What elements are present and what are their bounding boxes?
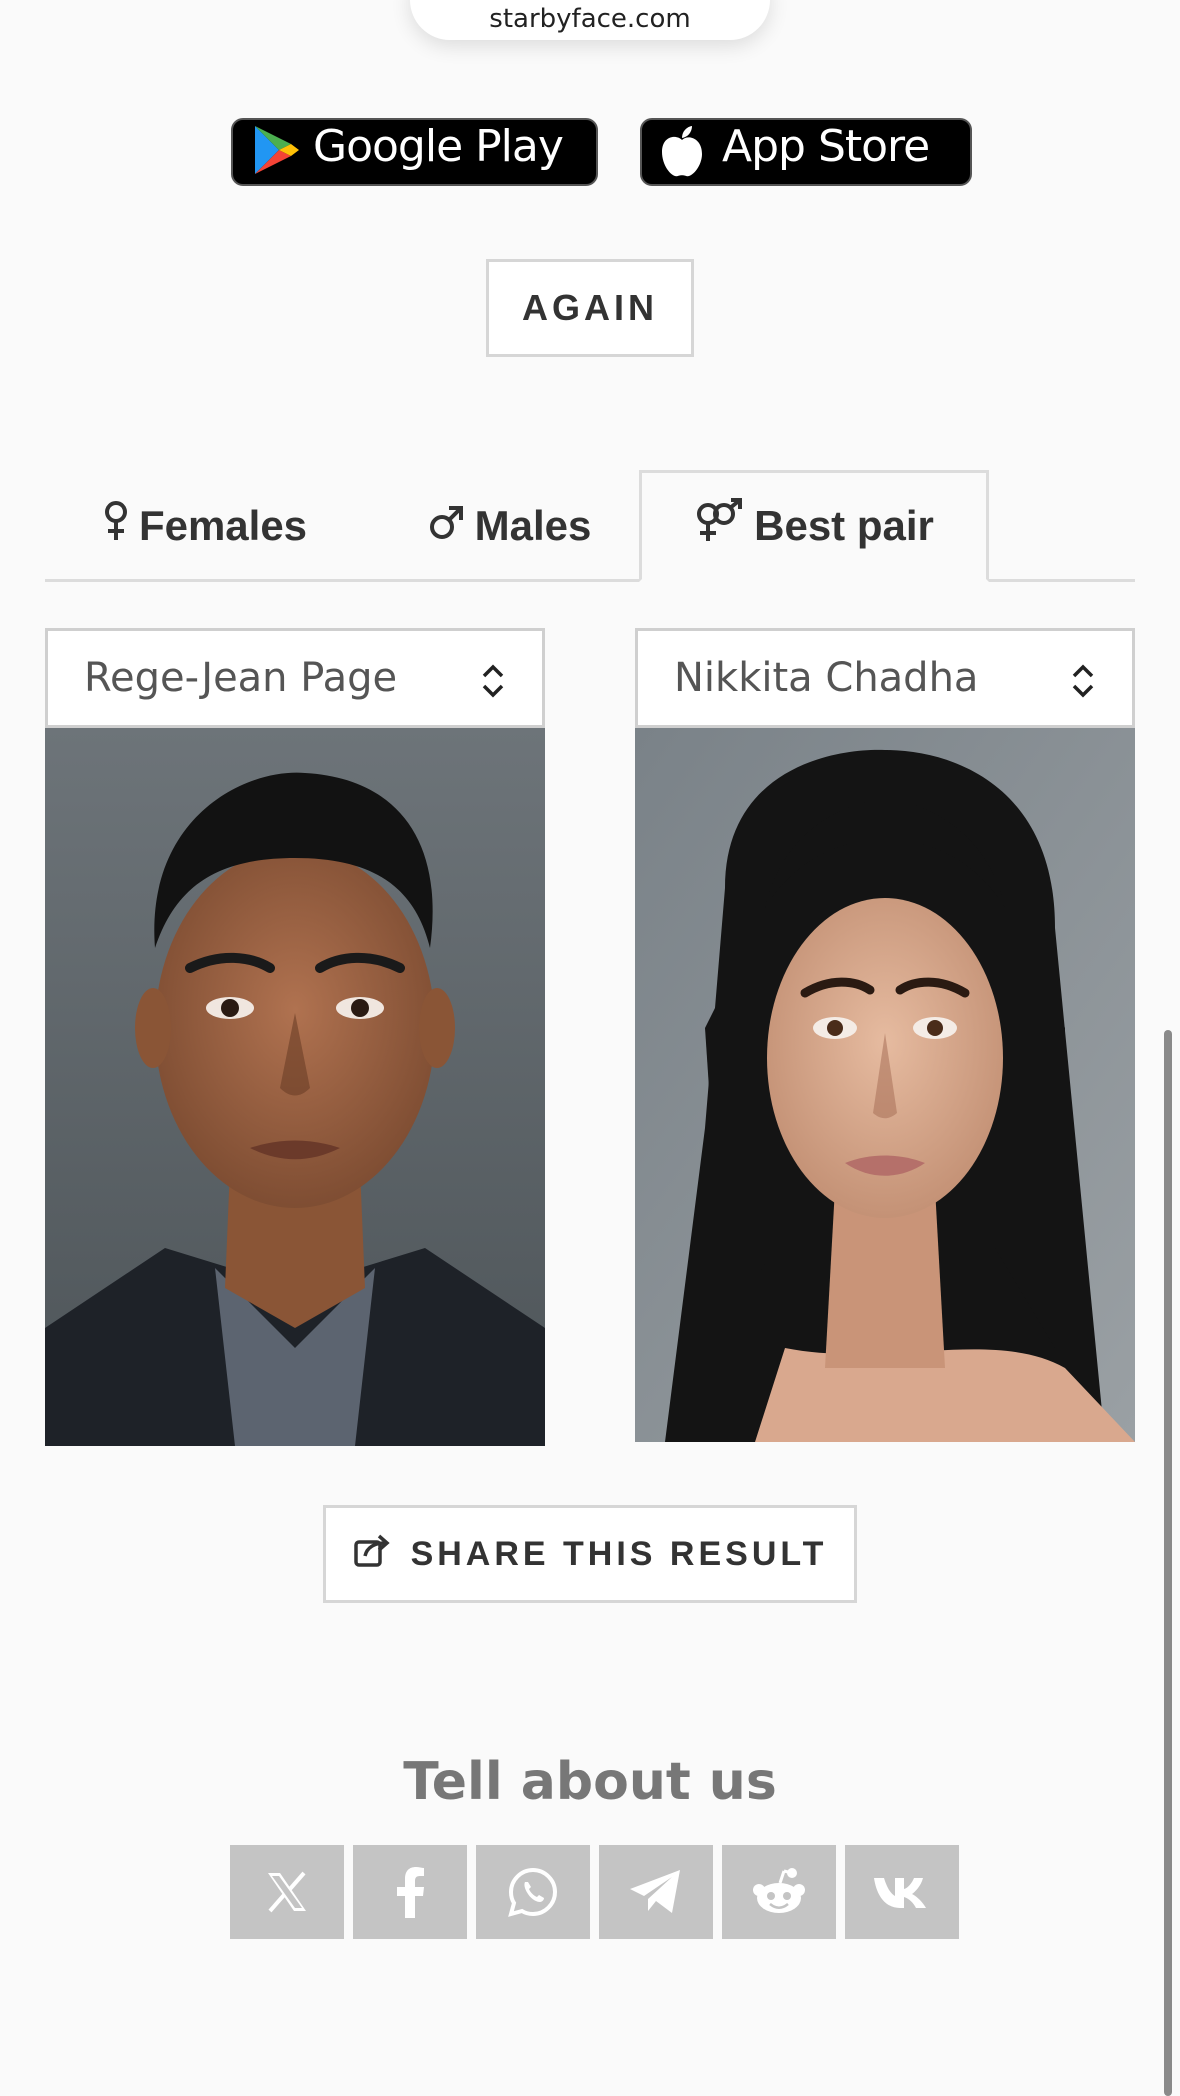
- telegram-icon: [630, 1870, 680, 1913]
- gender-tabs: Females Males Best pair: [45, 470, 1135, 582]
- share-whatsapp-button[interactable]: [476, 1845, 590, 1939]
- google-play-label: Google Play: [313, 120, 564, 172]
- left-celebrity-select[interactable]: Rege-Jean Page: [45, 628, 545, 728]
- x-icon: [268, 1871, 306, 1913]
- url-text: starbyface.com: [489, 4, 691, 34]
- again-button[interactable]: AGAIN: [486, 259, 694, 357]
- tab-males-label: Males: [474, 502, 592, 549]
- share-x-button[interactable]: [230, 1845, 344, 1939]
- google-play-icon: [233, 120, 313, 184]
- tab-males[interactable]: Males: [405, 470, 615, 582]
- share-facebook-button[interactable]: [353, 1845, 467, 1939]
- apple-icon: [642, 120, 722, 184]
- right-select-value: Nikkita Chadha: [674, 655, 979, 701]
- share-telegram-button[interactable]: [599, 1845, 713, 1939]
- left-select-value: Rege-Jean Page: [84, 655, 398, 701]
- vk-icon: [874, 1878, 926, 1908]
- whatsapp-icon: [508, 1867, 558, 1917]
- again-button-label: AGAIN: [522, 287, 658, 328]
- google-play-badge[interactable]: Google Play: [231, 118, 598, 186]
- tab-best-pair[interactable]: Best pair: [639, 470, 989, 582]
- updown-chevron-icon: [482, 664, 504, 698]
- tab-females-label: Females: [138, 502, 308, 549]
- url-bar[interactable]: starbyface.com: [410, 0, 770, 40]
- share-result-label: SHARE THIS RESULT: [410, 1534, 828, 1573]
- share-result-button[interactable]: SHARE THIS RESULT: [323, 1505, 857, 1603]
- app-store-badge[interactable]: App Store: [640, 118, 972, 186]
- right-celebrity-photo: [635, 728, 1135, 1442]
- share-vk-button[interactable]: [845, 1845, 959, 1939]
- updown-chevron-icon: [1072, 664, 1094, 698]
- female-symbol-icon: [103, 500, 129, 552]
- right-celebrity-select[interactable]: Nikkita Chadha: [635, 628, 1135, 728]
- scrollbar[interactable]: [1164, 1030, 1172, 2096]
- facebook-icon: [397, 1867, 424, 1918]
- male-symbol-icon: [429, 502, 465, 550]
- page: starbyface.com Google Play App Store AGA…: [0, 0, 1180, 2096]
- share-icon: [353, 1532, 393, 1577]
- reddit-icon: [753, 1868, 805, 1913]
- tell-about-us-heading: Tell about us: [403, 1752, 777, 1812]
- tab-best-pair-label: Best pair: [754, 502, 934, 549]
- share-reddit-button[interactable]: [722, 1845, 836, 1939]
- pair-symbol-icon: [694, 498, 744, 554]
- social-share-row: [230, 1845, 960, 1939]
- tab-females[interactable]: Females: [85, 470, 325, 582]
- left-celebrity-photo: [45, 728, 545, 1446]
- app-store-label: App Store: [722, 120, 930, 172]
